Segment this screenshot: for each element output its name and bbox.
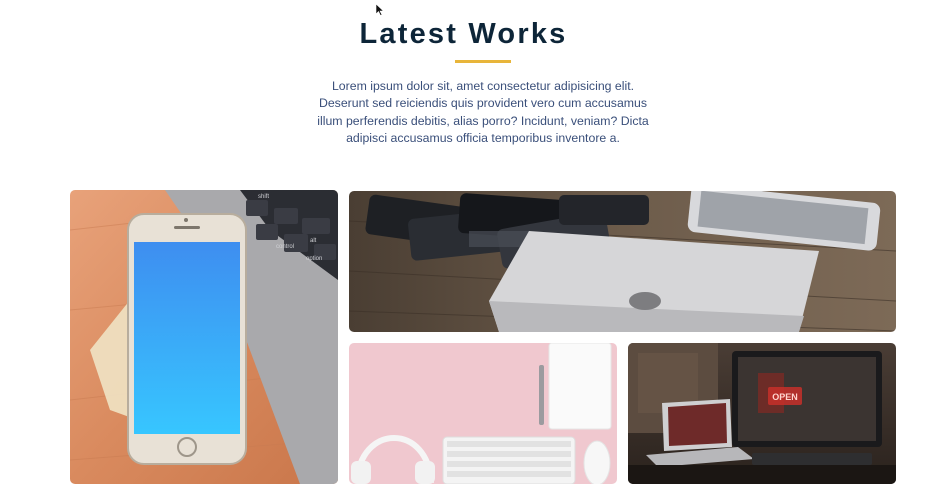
section-title: Latest Works <box>359 18 568 50</box>
key-label-alt: alt <box>310 238 317 244</box>
workspace-computer-photo: OPEN <box>628 343 896 484</box>
laptop-and-phones-photo <box>349 191 896 332</box>
portfolio-item-laptop[interactable] <box>349 191 896 332</box>
key-label-control: control <box>276 244 294 250</box>
mouse-cursor-icon <box>376 4 384 16</box>
section-description: Lorem ipsum dolor sit, amet consectetur … <box>317 79 649 145</box>
title-underline <box>455 60 511 63</box>
iphone-on-laptop-photo: shift control option alt <box>70 190 338 484</box>
portfolio-item-iphone[interactable]: shift control option alt <box>70 190 338 484</box>
headphones-keyboard-photo <box>349 343 617 484</box>
portfolio-item-desk-setup[interactable] <box>349 343 617 484</box>
open-sign-text: OPEN <box>772 392 798 402</box>
key-label-option: option <box>306 256 322 262</box>
portfolio-item-workspace[interactable]: OPEN <box>628 343 896 484</box>
key-label-shift: shift <box>258 194 269 200</box>
